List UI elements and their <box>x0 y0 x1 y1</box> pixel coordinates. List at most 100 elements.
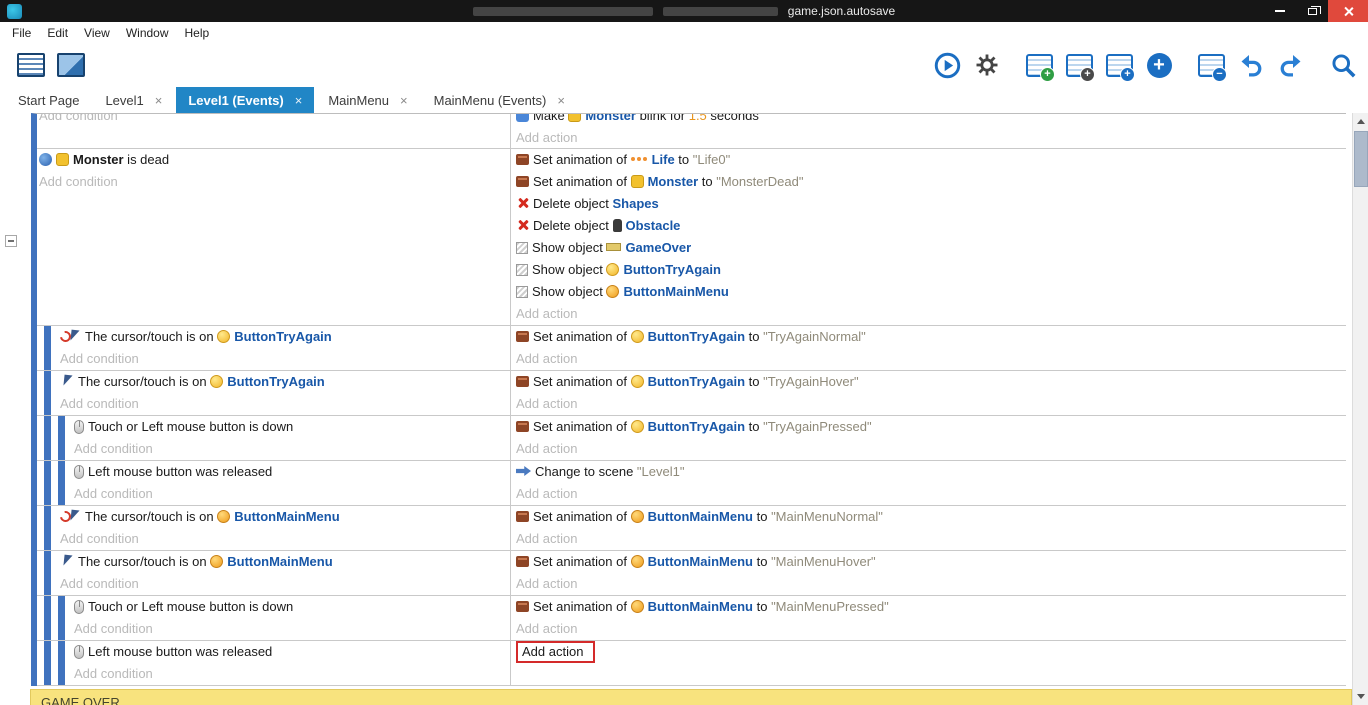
conditions-cell[interactable]: The cursor/touch is on ButtonTryAgainAdd… <box>58 326 510 370</box>
vertical-scrollbar[interactable] <box>1352 113 1368 705</box>
redo-icon[interactable] <box>1276 50 1306 80</box>
tab-close-icon[interactable]: × <box>400 93 408 108</box>
maximize-button[interactable] <box>1296 0 1328 22</box>
condition-line: Add condition <box>39 171 510 193</box>
action-line: Delete object Obstacle <box>516 215 1346 237</box>
event-text: Set animation of <box>533 329 631 344</box>
event-text: ButtonTryAgain <box>234 329 332 344</box>
actions-cell[interactable]: Make Monster blink for 1.5 secondsAdd ac… <box>510 114 1346 148</box>
conditions-cell[interactable]: Touch or Left mouse button is down Add co… <box>72 416 510 460</box>
tab-start-page[interactable]: Start Page <box>6 87 91 113</box>
add-link[interactable]: Add condition <box>74 666 153 681</box>
tab-close-icon[interactable]: × <box>155 93 163 108</box>
menu-window[interactable]: Window <box>118 26 177 40</box>
actions-cell[interactable]: Set animation of ButtonTryAgain to "TryA… <box>510 371 1346 415</box>
project-manager-icon[interactable] <box>16 50 46 80</box>
menu-help[interactable]: Help <box>177 26 218 40</box>
tab-level1-events[interactable]: Level1 (Events)× <box>176 87 314 113</box>
add-link[interactable]: Add action <box>516 486 577 501</box>
add-event-icon[interactable] <box>1024 50 1054 80</box>
add-link[interactable]: Add condition <box>39 174 118 189</box>
actions-cell[interactable]: Set animation of ButtonTryAgain to "TryA… <box>510 416 1346 460</box>
indent-guide-bar <box>44 551 51 595</box>
event-row[interactable]: Add condition Make Monster blink for 1.5 … <box>37 114 1346 149</box>
toggle-events-icon[interactable] <box>1196 50 1226 80</box>
add-link[interactable]: Add condition <box>60 576 139 591</box>
conditions-cell[interactable]: The cursor/touch is on ButtonTryAgainAdd… <box>58 371 510 415</box>
action-line: Set animation of ButtonTryAgain to "TryA… <box>516 326 1346 348</box>
tab-level1[interactable]: Level1 × <box>93 87 174 113</box>
add-link[interactable]: Add condition <box>60 531 139 546</box>
scroll-up-arrow[interactable] <box>1353 113 1368 130</box>
event-row[interactable]: The cursor/touch is on ButtonTryAgainAdd… <box>37 371 1346 416</box>
actions-cell[interactable]: Set animation of ButtonMainMenu to "Main… <box>510 551 1346 595</box>
event-row[interactable]: The cursor/touch is on ButtonMainMenuAdd… <box>37 506 1346 551</box>
debug-icon[interactable] <box>972 50 1002 80</box>
actions-cell[interactable]: Set animation of Life to "Life0"Set anim… <box>510 149 1346 325</box>
tab-mainmenu[interactable]: MainMenu× <box>316 87 419 113</box>
add-link[interactable]: Add condition <box>60 351 139 366</box>
event-row[interactable]: The cursor/touch is on ButtonMainMenuAdd… <box>37 551 1346 596</box>
actions-cell[interactable]: Change to scene "Level1"Add action <box>510 461 1346 505</box>
play-icon[interactable] <box>932 50 962 80</box>
tab-close-icon[interactable]: × <box>295 93 303 108</box>
conditions-cell[interactable]: The cursor/touch is on ButtonMainMenuAdd… <box>58 506 510 550</box>
conditions-cell[interactable]: Touch or Left mouse button is downAdd co… <box>72 596 510 640</box>
add-link[interactable]: Add condition <box>74 621 153 636</box>
actions-cell[interactable]: Add action <box>510 641 1346 685</box>
add-link[interactable]: Add action <box>516 396 577 411</box>
undo-icon[interactable] <box>1236 50 1266 80</box>
menu-file[interactable]: File <box>4 26 39 40</box>
tab-close-icon[interactable]: × <box>557 93 565 108</box>
add-subevent-icon[interactable] <box>1064 50 1094 80</box>
minimize-button[interactable] <box>1264 0 1296 22</box>
event-row[interactable]: Touch or Left mouse button is downAdd co… <box>37 596 1346 641</box>
conditions-cell[interactable]: Left mouse button was releasedAdd condit… <box>72 641 510 685</box>
event-row[interactable]: Monster is deadAdd conditionSet animatio… <box>37 149 1346 326</box>
add-link[interactable]: Add action <box>516 306 577 321</box>
add-link[interactable]: Add action <box>516 351 577 366</box>
indent-guide-bar <box>58 461 65 505</box>
button2-icon <box>631 600 644 613</box>
actions-cell[interactable]: Set animation of ButtonMainMenu to "Main… <box>510 596 1346 640</box>
menu-view[interactable]: View <box>76 26 118 40</box>
actions-cell[interactable]: Set animation of ButtonTryAgain to "TryA… <box>510 326 1346 370</box>
tab-mainmenu-events[interactable]: MainMenu (Events)× <box>422 87 577 113</box>
conditions-cell[interactable]: Left mouse button was releasedAdd condit… <box>72 461 510 505</box>
blink-icon <box>516 114 529 122</box>
actions-cell[interactable]: Set animation of ButtonMainMenu to "Main… <box>510 506 1346 550</box>
event-row[interactable]: Left mouse button was releasedAdd condit… <box>37 461 1346 506</box>
add-link[interactable]: Add action <box>516 441 577 456</box>
scrollbar-thumb[interactable] <box>1354 131 1368 187</box>
conditions-cell[interactable]: The cursor/touch is on ButtonMainMenuAdd… <box>58 551 510 595</box>
action-line: Set animation of Monster to "MonsterDead… <box>516 171 1346 193</box>
add-link[interactable]: Add action <box>516 130 577 145</box>
add-link[interactable]: Add condition <box>39 114 118 123</box>
comment-row[interactable]: GAME OVER <box>30 689 1352 705</box>
add-link[interactable]: Add action <box>516 531 577 546</box>
event-row[interactable]: Left mouse button was releasedAdd condit… <box>37 641 1346 686</box>
search-icon[interactable] <box>1328 50 1358 80</box>
collapse-toggle[interactable] <box>5 235 17 247</box>
close-button[interactable] <box>1328 0 1368 22</box>
add-link[interactable]: Add action <box>516 621 577 636</box>
conditions-cell[interactable]: Monster is deadAdd condition <box>37 149 510 325</box>
button2-icon <box>217 510 230 523</box>
add-action-highlighted[interactable]: Add action <box>516 641 595 663</box>
add-link[interactable]: Add condition <box>74 441 153 456</box>
add-link[interactable]: Add condition <box>74 486 153 501</box>
scroll-down-arrow[interactable] <box>1353 688 1368 705</box>
animation-icon <box>516 556 529 567</box>
condition-line: Touch or Left mouse button is down <box>74 416 510 438</box>
conditions-cell[interactable]: Add condition <box>37 114 510 148</box>
add-link[interactable]: Add action <box>516 576 577 591</box>
indent-guide-bar <box>44 641 51 685</box>
tab-label: Level1 <box>105 93 143 108</box>
menu-edit[interactable]: Edit <box>39 26 76 40</box>
scene-editor-icon[interactable] <box>56 50 86 80</box>
event-row[interactable]: The cursor/touch is on ButtonTryAgainAdd… <box>37 326 1346 371</box>
add-link[interactable]: Add condition <box>60 396 139 411</box>
add-comment-icon[interactable] <box>1104 50 1134 80</box>
event-row[interactable]: Touch or Left mouse button is down Add co… <box>37 416 1346 461</box>
circle-plus-icon[interactable] <box>1144 50 1174 80</box>
